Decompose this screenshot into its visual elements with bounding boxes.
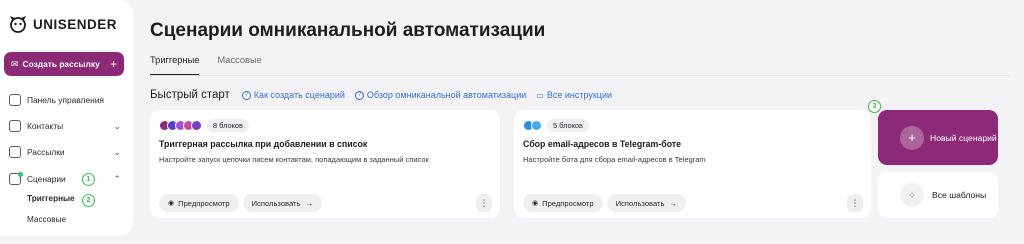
step-badge-1: 1 (82, 173, 95, 186)
template-card-trigger-list[interactable]: 8 блоков Триггерная рассылка при добавле… (150, 110, 500, 218)
arrow-right-icon: → (669, 198, 678, 208)
card-title: Триггерная рассылка при добавлении в спи… (159, 139, 368, 149)
page-title: Сценарии омниканальной автоматизации (150, 20, 546, 41)
plus-icon: + (900, 125, 924, 150)
card-description: Настройте запуск цепочки писем контактам… (159, 155, 429, 164)
link-label: Как создать сценарий (253, 90, 345, 100)
preview-label: Предпросмотр (178, 198, 230, 208)
sidebar-subitem-mass[interactable]: Массовые (27, 215, 66, 224)
step-badge-3: 3 (868, 100, 881, 113)
all-templates-button[interactable]: ⁘ Все шаблоны (878, 172, 998, 218)
use-button[interactable]: Использовать → (606, 194, 687, 212)
link-label: Все инструкции (546, 90, 613, 100)
quick-start-title: Быстрый старт (150, 89, 230, 101)
create-mailing-button[interactable]: ✉ Создать рассылку + (4, 52, 124, 76)
eye-icon: ◉ (168, 200, 175, 207)
new-scenario-label: Новый сценарий (930, 132, 997, 143)
blocks-count: 8 блоков (207, 119, 249, 132)
preview-button[interactable]: ◉ Предпросмотр (159, 194, 239, 212)
all-templates-label: Все шаблоны (932, 190, 987, 200)
quick-start-row: Быстрый старт ? Как создать сценарий ? О… (150, 89, 622, 101)
use-button[interactable]: Использовать → (242, 194, 323, 212)
new-scenario-button[interactable]: + Новый сценарий (878, 110, 998, 165)
sidebar-item-dashboard[interactable]: Панель управления (9, 91, 127, 109)
plus-icon: + (109, 57, 117, 71)
card-description: Настройте бота для сбора email-адресов в… (523, 155, 706, 164)
tabs-divider (150, 75, 1010, 76)
eye-icon: ◉ (532, 200, 539, 207)
sidebar-subitem-trigger[interactable]: Триггерные (27, 194, 75, 203)
chevron-down-icon: ⌄ (113, 146, 121, 157)
link-all-instructions[interactable]: ▭ Все инструкции (536, 90, 612, 100)
link-omnichannel-overview[interactable]: ? Обзор омниканальной автоматизации (354, 90, 527, 100)
use-label: Использовать (251, 198, 301, 208)
chevron-down-icon: ⌄ (113, 120, 121, 131)
more-menu-button[interactable]: ⋮ (476, 194, 492, 212)
tab-mass[interactable]: Массовые (217, 55, 261, 76)
logo[interactable]: UNISENDER (8, 14, 117, 34)
scenario-icon (9, 172, 23, 185)
sidebar-item-contacts[interactable]: Контакты ⌄ (9, 117, 127, 135)
sidebar-item-label: Контакты (27, 121, 64, 131)
sidebar-item-mailings[interactable]: Рассылки ⌄ (9, 143, 127, 161)
status-dot (18, 172, 23, 177)
logo-icon (10, 16, 26, 33)
chat-channel-icon (531, 120, 542, 131)
card-actions: ◉ Предпросмотр Использовать → (523, 194, 687, 212)
sidebar-item-label: Рассылки (27, 147, 65, 157)
link-label: Обзор омниканальной автоматизации (366, 90, 527, 100)
home-icon (9, 94, 21, 106)
sidebar: UNISENDER ✉ Создать рассылку + Панель уп… (0, 0, 133, 244)
grid-icon: ⁘ (900, 183, 924, 207)
preview-button[interactable]: ◉ Предпросмотр (523, 194, 603, 212)
question-icon: ? (354, 90, 364, 100)
sidebar-item-label: Сценарии (27, 174, 66, 184)
mail-icon (9, 146, 21, 158)
create-mailing-label: Создать рассылку (22, 59, 100, 69)
template-card-telegram-bot[interactable]: 5 блоков Сбор email-адресов в Telegram-б… (514, 110, 871, 218)
blocks-count: 5 блоков (547, 119, 589, 132)
channel-icons: 8 блоков (159, 119, 249, 132)
more-menu-button[interactable]: ⋮ (847, 194, 863, 212)
logo-text: UNISENDER (33, 16, 118, 32)
link-how-to-create[interactable]: ? Как создать сценарий (241, 90, 345, 100)
sidebar-item-scenarios[interactable]: Сценарии ⌃ (9, 170, 127, 188)
chevron-up-icon: ⌃ (113, 173, 121, 184)
contacts-icon (9, 120, 21, 132)
card-actions: ◉ Предпросмотр Использовать → (159, 194, 323, 212)
use-label: Использовать (615, 198, 665, 208)
arrow-right-icon: → (305, 198, 314, 208)
preview-label: Предпросмотр (542, 198, 594, 208)
sidebar-item-label: Панель управления (27, 95, 104, 105)
step-badge-2: 2 (82, 194, 95, 207)
question-icon: ? (241, 90, 251, 100)
bot-channel-icon (191, 120, 202, 131)
envelope-icon: ✉ (11, 58, 19, 69)
channel-icons: 5 блоков (523, 119, 589, 132)
book-icon: ▭ (536, 90, 544, 100)
tab-trigger[interactable]: Триггерные (150, 55, 200, 76)
tabs: Триггерные Массовые (150, 55, 262, 76)
card-title: Сбор email-адресов в Telegram-боте (523, 139, 682, 149)
